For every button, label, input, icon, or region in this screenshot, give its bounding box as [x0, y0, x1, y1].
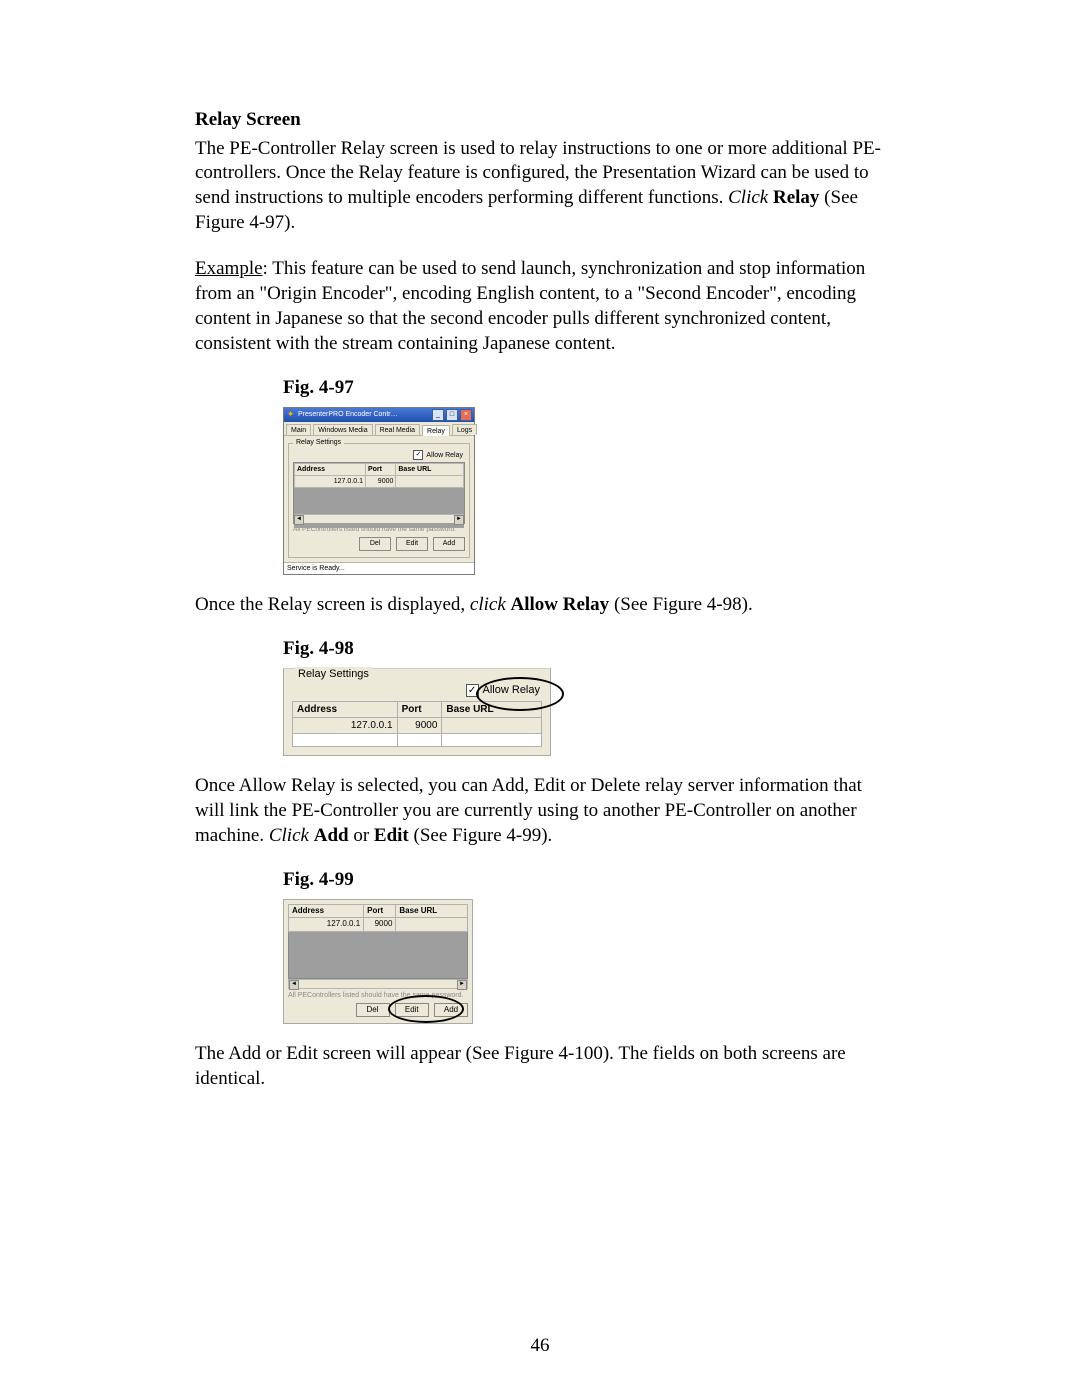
table-row[interactable]: 127.0.0.1 9000 — [293, 718, 542, 734]
edit-button[interactable]: Edit — [395, 1003, 429, 1017]
relay-table: Address Port Base URL 127.0.0.1 9000 ◄ — [293, 462, 465, 524]
scroll-left-icon[interactable]: ◄ — [294, 515, 304, 525]
relay-settings-fieldset: Relay Settings ✓Allow Relay Address Port… — [288, 443, 470, 558]
relay-note: All PEControllers listed should have the… — [288, 991, 468, 1000]
col-baseurl: Base URL — [396, 905, 468, 918]
text-click: Click — [728, 187, 773, 208]
tab-row: Main Windows Media Real Media Relay Logs — [284, 422, 474, 436]
text-click: click — [470, 594, 511, 615]
cell-address: 127.0.0.1 — [293, 718, 398, 734]
maximize-button[interactable]: □ — [446, 409, 458, 421]
horizontal-scrollbar[interactable]: ◄ ► — [294, 514, 464, 523]
cell-port: 9000 — [364, 918, 396, 931]
horizontal-scrollbar[interactable]: ◄ ► — [288, 979, 468, 989]
cell-baseurl — [396, 918, 468, 931]
fieldset-legend: Relay Settings — [293, 438, 344, 447]
app-icon: ✦ — [286, 410, 295, 419]
allow-relay-label: Allow Relay — [483, 684, 540, 696]
text: Once the Relay screen is displayed, — [195, 594, 470, 615]
col-port: Port — [397, 702, 442, 718]
add-button[interactable]: Add — [433, 537, 465, 550]
tab-real-media[interactable]: Real Media — [375, 424, 420, 435]
tab-windows-media[interactable]: Windows Media — [313, 424, 372, 435]
cell-port: 9000 — [365, 476, 395, 488]
paragraph-intro: The PE-Controller Relay screen is used t… — [195, 137, 885, 236]
text-click: Click — [269, 825, 314, 846]
tab-relay[interactable]: Relay — [422, 425, 450, 436]
add-button[interactable]: Add — [434, 1003, 468, 1017]
text-allow-relay: Allow Relay — [511, 594, 610, 615]
text-add: Add — [314, 825, 349, 846]
relay-table: Address Port Base URL 127.0.0.1 9000 — [288, 904, 468, 932]
col-address: Address — [295, 463, 366, 475]
window-titlebar: ✦ PresenterPRO Encoder Contr… _ □ × — [284, 408, 474, 422]
edit-button[interactable]: Edit — [396, 537, 428, 550]
fieldset-legend: Relay Settings — [294, 667, 373, 681]
tab-logs[interactable]: Logs — [452, 424, 477, 435]
tab-main[interactable]: Main — [286, 424, 311, 435]
close-button[interactable]: × — [460, 409, 472, 421]
text: or — [349, 825, 374, 846]
example-label: Example — [195, 258, 263, 279]
paragraph-allow-relay: Once the Relay screen is displayed, clic… — [195, 593, 885, 618]
figure-97-window: ✦ PresenterPRO Encoder Contr… _ □ × Main… — [283, 407, 475, 575]
figure-98-panel: Relay Settings ✓ Allow Relay Address Port… — [283, 668, 551, 756]
cell-address: 127.0.0.1 — [289, 918, 364, 931]
text: (See Figure 4-99). — [409, 825, 553, 846]
text-relay: Relay — [773, 187, 819, 208]
col-port: Port — [364, 905, 396, 918]
figure-caption-99: Fig. 4-99 — [283, 868, 885, 893]
cell-address: 127.0.0.1 — [295, 476, 366, 488]
paragraph-example: Example: This feature can be used to sen… — [195, 257, 885, 356]
text-edit: Edit — [374, 825, 409, 846]
table-row — [293, 734, 542, 747]
col-address: Address — [293, 702, 398, 718]
section-heading: Relay Screen — [195, 109, 301, 130]
scroll-right-icon[interactable]: ► — [454, 515, 464, 525]
cell-baseurl — [396, 476, 464, 488]
relay-table: Address Port Base URL 127.0.0.1 9000 — [292, 701, 542, 747]
scroll-left-icon[interactable]: ◄ — [289, 980, 299, 990]
table-row[interactable]: 127.0.0.1 9000 — [289, 918, 468, 931]
text: : This feature can be used to send launc… — [195, 258, 865, 353]
col-port: Port — [365, 463, 395, 475]
page-number: 46 — [0, 1334, 1080, 1359]
allow-relay-checkbox[interactable]: ✓ — [413, 450, 423, 460]
allow-relay-checkbox[interactable]: ✓ — [466, 684, 479, 697]
col-address: Address — [289, 905, 364, 918]
window-title: PresenterPRO Encoder Contr… — [298, 410, 430, 419]
minimize-button[interactable]: _ — [432, 409, 444, 421]
paragraph-add-edit: Once Allow Relay is selected, you can Ad… — [195, 774, 885, 848]
text: (See Figure 4-98). — [609, 594, 753, 615]
del-button[interactable]: Del — [356, 1003, 390, 1017]
allow-relay-label: Allow Relay — [426, 452, 463, 459]
table-row[interactable]: 127.0.0.1 9000 — [295, 476, 464, 488]
cell-port: 9000 — [397, 718, 442, 734]
scroll-right-icon[interactable]: ► — [457, 980, 467, 990]
figure-caption-97: Fig. 4-97 — [283, 376, 885, 401]
figure-caption-98: Fig. 4-98 — [283, 637, 885, 662]
col-baseurl: Base URL — [396, 463, 464, 475]
status-bar: Service is Ready... — [284, 562, 474, 574]
figure-99-panel: Address Port Base URL 127.0.0.1 9000 ◄ ►… — [283, 899, 473, 1024]
paragraph-closing: The Add or Edit screen will appear (See … — [195, 1042, 885, 1091]
cell-baseurl — [442, 718, 542, 734]
del-button[interactable]: Del — [359, 537, 391, 550]
col-baseurl: Base URL — [442, 702, 542, 718]
